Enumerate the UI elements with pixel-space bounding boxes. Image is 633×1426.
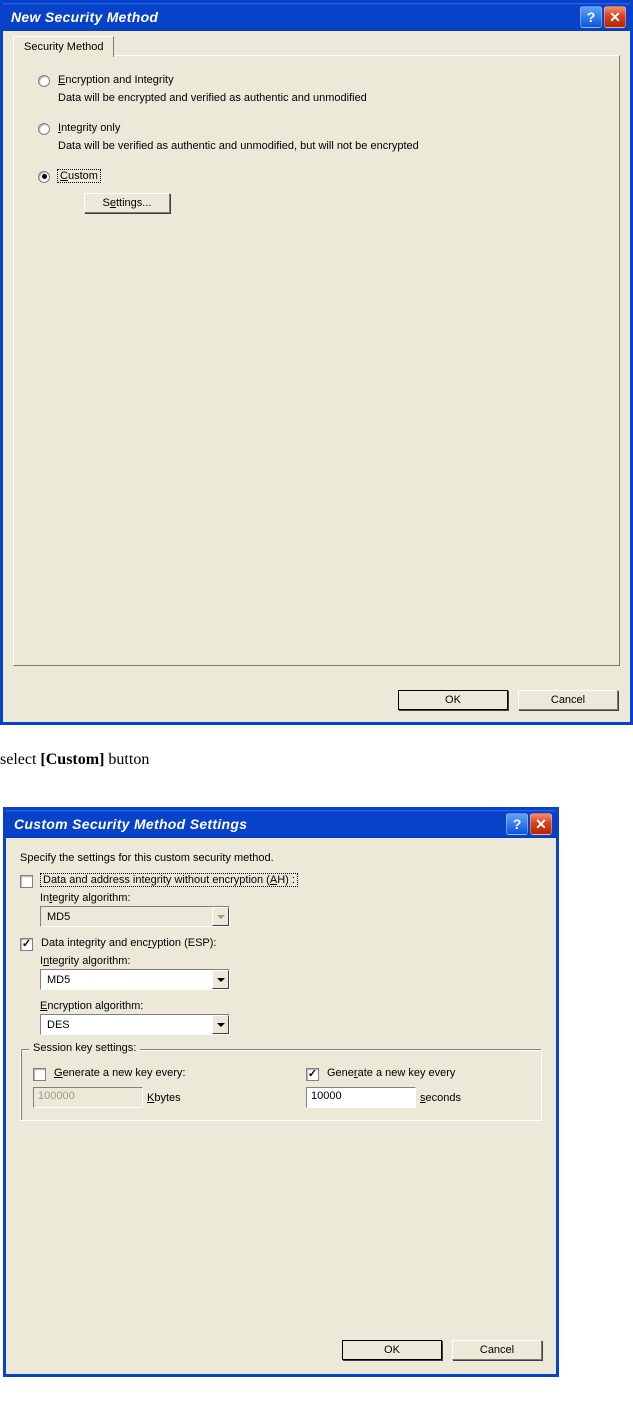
titlebar: New Security Method ? ✕ [3,3,630,31]
chevron-down-icon [212,907,229,926]
chevron-down-icon[interactable] [212,970,229,989]
checkbox-icon [20,875,33,888]
cancel-button[interactable]: Cancel [452,1340,542,1360]
tab-panel: Encryption and Integrity Data will be en… [13,55,620,666]
custom-security-method-settings-dialog: Custom Security Method Settings ? ✕ Spec… [3,807,559,1377]
radio-label: Custom [58,170,100,182]
checkbox-label: Data integrity and encryption (ESP): [41,937,217,949]
settings-button[interactable]: Settings... [84,193,170,213]
ok-button[interactable]: OK [398,690,508,710]
close-icon[interactable]: ✕ [530,813,552,835]
ah-integrity-combo: MD5 [40,906,230,927]
titlebar: Custom Security Method Settings ? ✕ [6,810,556,838]
ok-button[interactable]: OK [342,1340,442,1360]
seconds-input[interactable]: 10000 [306,1087,416,1108]
checkbox-generate-kbytes[interactable]: Generate a new key every: [33,1067,256,1081]
combo-value: MD5 [41,974,212,986]
checkbox-icon [306,1068,319,1081]
combo-value: DES [41,1019,212,1031]
dialog-title: New Security Method [11,9,580,25]
radio-desc-encrypt: Data will be encrypted and verified as a… [58,91,578,106]
group-title: Session key settings: [29,1042,140,1054]
checkbox-ah[interactable]: Data and address integrity without encry… [20,874,542,888]
cancel-button[interactable]: Cancel [518,690,618,710]
dialog-title: Custom Security Method Settings [14,816,506,832]
close-icon[interactable]: ✕ [604,6,626,28]
ah-integrity-label: Integrity algorithm: [40,892,542,904]
tab-security-method[interactable]: Security Method [13,36,114,57]
checkbox-esp[interactable]: Data integrity and encryption (ESP): [20,937,542,951]
checkbox-label: Generate a new key every: [54,1067,185,1079]
combo-value: MD5 [41,911,212,923]
esp-integrity-combo[interactable]: MD5 [40,969,230,990]
radio-label: Integrity only [58,122,120,134]
session-key-settings-group: Session key settings: Generate a new key… [20,1049,542,1121]
checkbox-generate-seconds[interactable]: Generate a new key every [306,1067,529,1081]
kbytes-input: 100000 [33,1087,143,1108]
dialog-body: Specify the settings for this custom sec… [6,840,556,1374]
esp-encryption-combo[interactable]: DES [40,1014,230,1035]
intro-text: Specify the settings for this custom sec… [20,852,542,864]
radio-icon [38,75,50,87]
radio-custom[interactable]: Custom [38,170,595,183]
esp-encryption-label: Encryption algorithm: [40,1000,542,1012]
chevron-down-icon[interactable] [212,1015,229,1034]
help-icon[interactable]: ? [506,813,528,835]
checkbox-label: Generate a new key every [327,1067,455,1079]
checkbox-icon [33,1068,46,1081]
radio-encryption-integrity[interactable]: Encryption and Integrity [38,74,595,87]
instruction-text: select [Custom] button [0,751,633,769]
seconds-unit: seconds [420,1092,461,1104]
help-icon[interactable]: ? [580,6,602,28]
radio-label: Encryption and Integrity [58,74,174,86]
new-security-method-dialog: New Security Method ? ✕ Security Method … [0,0,633,725]
checkbox-icon [20,938,33,951]
kbytes-unit: Kbytes [147,1092,181,1104]
checkbox-label: Data and address integrity without encry… [41,874,297,886]
radio-integrity-only[interactable]: Integrity only [38,122,595,135]
radio-icon [38,171,50,183]
esp-integrity-label: Integrity algorithm: [40,955,542,967]
radio-icon [38,123,50,135]
radio-desc-integrity: Data will be verified as authentic and u… [58,139,578,154]
